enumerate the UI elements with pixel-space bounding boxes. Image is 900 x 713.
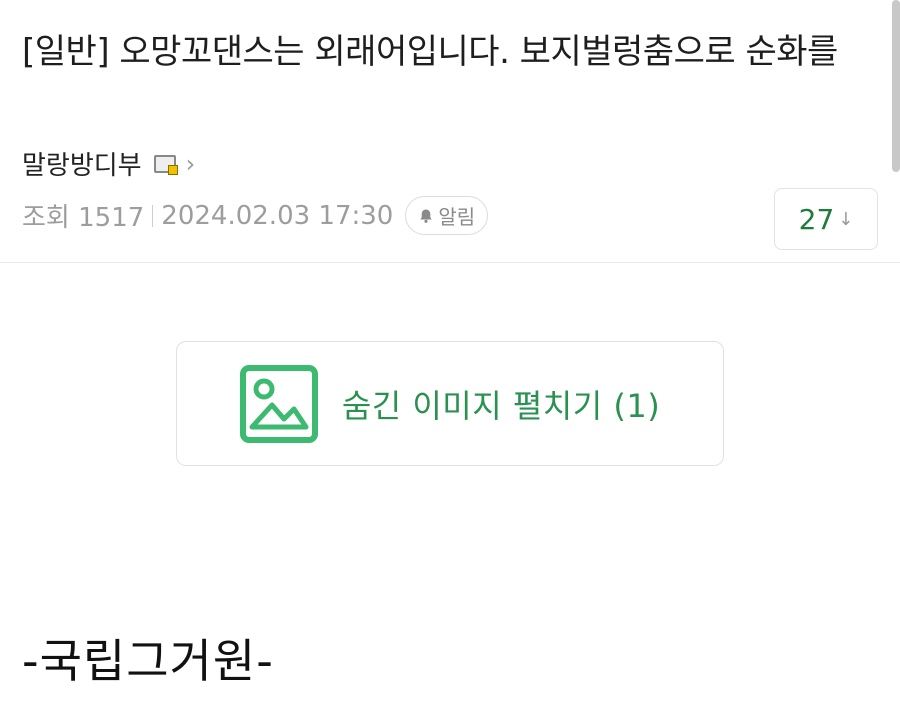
author-name[interactable]: 말랑방디부	[22, 145, 142, 182]
scrollbar[interactable]	[892, 0, 900, 172]
comment-count-button[interactable]: 27 ↓	[774, 188, 878, 250]
alarm-label: 알림	[438, 205, 476, 229]
show-hidden-image-button[interactable]: 숨긴 이미지 펼치기 (1)	[176, 341, 724, 466]
author-row[interactable]: 말랑방디부 ›	[22, 145, 195, 182]
chevron-right-icon[interactable]: ›	[186, 150, 196, 178]
meta-divider	[152, 204, 154, 227]
comment-count: 27	[798, 202, 835, 236]
post-meta: 조회 1517 2024.02.03 17:30 알림	[22, 196, 489, 235]
view-count: 조회 1517	[22, 203, 145, 233]
header-divider	[0, 262, 900, 263]
post-header: [일반] 오망꼬댄스는 외래어입니다. 보지벌렁춤으로 순화를	[22, 28, 872, 76]
image-icon	[239, 364, 318, 443]
post-body-text: -국립그거원-	[22, 634, 274, 688]
post-title: [일반] 오망꼬댄스는 외래어입니다. 보지벌렁춤으로 순화를	[22, 32, 838, 72]
post-datetime: 2024.02.03 17:30	[161, 200, 394, 231]
show-hidden-image-label: 숨긴 이미지 펼치기 (1)	[341, 386, 661, 425]
level-badge-icon	[153, 154, 178, 175]
arrow-down-icon: ↓	[838, 208, 854, 230]
bell-icon	[420, 209, 433, 223]
alarm-button[interactable]: 알림	[405, 196, 489, 235]
